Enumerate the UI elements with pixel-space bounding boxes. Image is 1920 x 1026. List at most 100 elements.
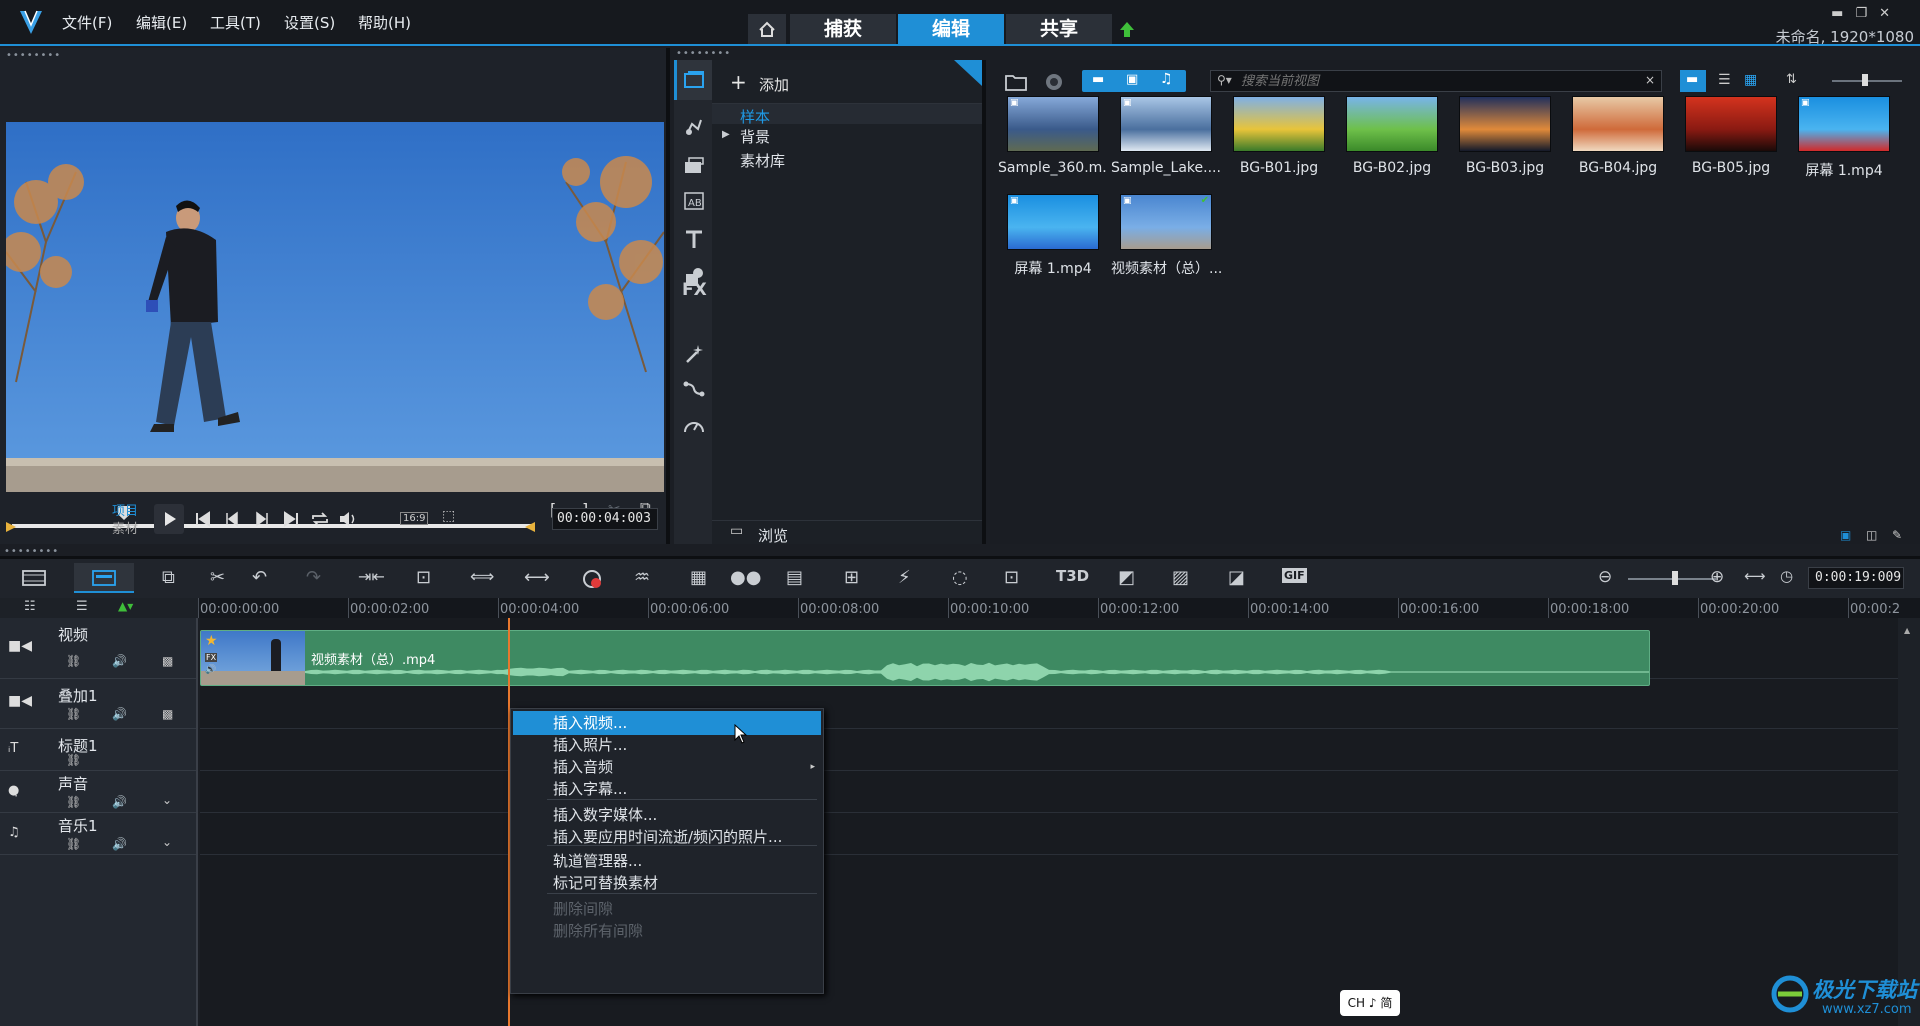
filter-audio-icon[interactable]: ♫ — [1160, 71, 1173, 87]
ripple-icon[interactable]: ▲▾ — [118, 599, 133, 613]
mute-icon[interactable]: 🔊 — [112, 837, 127, 851]
restore-icon[interactable]: ❐ — [1855, 6, 1879, 21]
timeline-ruler[interactable]: 00:00:00:00 00:00:02:00 00:00:04:00 00:00:0… — [198, 598, 1920, 618]
context-menu-item[interactable]: 插入音频 ▸ — [513, 755, 821, 779]
instant-project-icon[interactable] — [683, 116, 705, 138]
volume-icon[interactable] — [338, 510, 358, 528]
gif-creator-icon[interactable]: GIF — [1282, 568, 1307, 583]
list-view-icon[interactable]: ☰ — [1718, 72, 1731, 88]
browse-icon[interactable]: ▭ — [730, 523, 743, 539]
context-menu-item[interactable]: 轨道管理器... — [513, 849, 821, 873]
media-item[interactable]: ▣ 屏幕 1.mp4 — [1789, 96, 1899, 180]
mute-icon[interactable]: 🔊 — [112, 707, 127, 721]
tab-share[interactable]: 共享 — [1006, 14, 1112, 44]
text-icon[interactable] — [683, 228, 705, 250]
filter-video-icon[interactable]: ▬ — [1092, 72, 1104, 87]
zoom-out-icon[interactable]: ⊖ — [1598, 567, 1612, 587]
context-menu-item[interactable]: 插入视频... — [513, 711, 821, 735]
time-remap-icon[interactable]: ⚡ — [898, 567, 911, 588]
title-track[interactable] — [200, 729, 1898, 771]
vertical-scrollbar[interactable]: ▲ — [1898, 618, 1920, 1026]
browse-button[interactable]: 浏览 — [758, 525, 788, 546]
media-item[interactable]: BG-B01.jpg — [1224, 96, 1334, 176]
copy-attributes-icon[interactable]: ⧉ — [162, 567, 175, 588]
multi-camera-icon[interactable]: ⊞ — [844, 567, 859, 588]
track-header-overlay[interactable]: ■◀ 叠加1 ⛓ 🔊 ▩ — [0, 679, 196, 729]
subtitle-editor-icon[interactable]: ▤ — [786, 567, 803, 588]
search-box[interactable]: ⚲▾ × — [1210, 70, 1662, 92]
split-view-icon[interactable]: ◫ — [1866, 528, 1877, 542]
play-button[interactable] — [154, 504, 184, 534]
track-header-video[interactable]: ■◀ 视频 ⛓ 🔊 ▩ — [0, 618, 196, 679]
tab-edit[interactable]: 编辑 — [898, 14, 1004, 44]
clear-search-icon[interactable]: × — [1645, 73, 1655, 87]
color-grading-icon[interactable]: ▨ — [1172, 567, 1189, 588]
zoom-in-icon[interactable]: ⊕ — [1710, 567, 1724, 587]
timeline-tracks[interactable]: ★ FX 🔊 视频素材（总）.mp4 ▲ — [200, 618, 1920, 1026]
zoom-slider-handle[interactable] — [1672, 571, 1678, 585]
add-folder-icon[interactable]: + — [730, 70, 747, 94]
auto-music-icon[interactable]: ▦ — [690, 567, 707, 588]
fit-timeline-icon[interactable]: ⇥⇤ — [358, 567, 385, 586]
sort-icon[interactable]: ⇅ — [1786, 72, 1797, 87]
fit-window-icon[interactable]: ⊡ — [416, 567, 431, 588]
close-icon[interactable]: ✕ — [1879, 6, 1902, 21]
repeat-tile-icon[interactable]: ▩ — [162, 654, 173, 668]
scroll-up-icon[interactable]: ▲ — [1904, 626, 1910, 635]
track-header-music[interactable]: ♫ 音乐1 ⛓ 🔊 ⌄ — [0, 813, 196, 855]
repeat-icon[interactable] — [310, 510, 330, 528]
menu-file[interactable]: 文件(F) — [62, 12, 112, 33]
panel-grip[interactable]: •••••••• — [6, 50, 61, 61]
video-clip[interactable]: ★ FX 🔊 视频素材（总）.mp4 — [200, 630, 1650, 686]
filter-photo-icon[interactable]: ▣ — [1126, 72, 1138, 87]
tree-item-sample[interactable]: 样本 — [712, 104, 982, 126]
sound-mixer-icon[interactable]: ♒ — [634, 567, 650, 588]
record-capture-icon[interactable] — [582, 569, 604, 589]
expand-arrow-icon[interactable]: ▶ — [722, 129, 730, 140]
music-track[interactable] — [200, 813, 1898, 855]
scrubber-track[interactable] — [12, 524, 532, 528]
pin-icon[interactable] — [954, 60, 982, 86]
media-item[interactable]: BG-B05.jpg — [1676, 96, 1786, 176]
context-menu-item[interactable]: 插入字幕... — [513, 777, 821, 801]
fx-icon[interactable]: FX — [682, 280, 707, 300]
panel-grip[interactable]: •••••••• — [676, 48, 731, 59]
path-icon[interactable] — [683, 378, 705, 400]
previous-frame-icon[interactable] — [224, 510, 242, 528]
media-item[interactable]: ▣ Sample_Lake.... — [1111, 96, 1221, 176]
motion-tracking-icon[interactable]: ●● — [730, 567, 761, 588]
slider-handle[interactable] — [1862, 74, 1868, 86]
crop-tool-icon[interactable]: ⬚ — [442, 508, 455, 524]
filter-icon[interactable] — [683, 342, 705, 364]
context-menu-item[interactable]: 插入照片... — [513, 733, 821, 757]
overlay-track[interactable] — [200, 679, 1898, 729]
minimize-icon[interactable]: ▬ — [1831, 6, 1855, 21]
grid-view-icon[interactable]: ▦ — [1744, 72, 1757, 88]
track-manager-icon[interactable]: ☷ — [24, 599, 36, 614]
tab-capture[interactable]: 捕获 — [790, 14, 896, 44]
mute-icon[interactable]: 🔊 — [112, 795, 127, 809]
menu-tools[interactable]: 工具(T) — [210, 12, 261, 33]
expand-track-icon[interactable]: ⌄ — [162, 835, 172, 849]
undo-icon[interactable]: ↶ — [252, 567, 267, 588]
timecode-field[interactable]: 00:00:04:003 — [552, 508, 658, 530]
ime-indicator[interactable]: CH ♪ 简 — [1340, 990, 1400, 1016]
link-icon[interactable]: ⛓ — [66, 707, 81, 721]
upload-icon[interactable] — [1118, 20, 1136, 40]
home-tab[interactable] — [748, 14, 786, 44]
menu-edit[interactable]: 编辑(E) — [136, 12, 187, 33]
transition-icon[interactable] — [683, 154, 705, 176]
search-input[interactable] — [1241, 72, 1631, 90]
split-screen-icon[interactable]: ◩ — [1118, 567, 1135, 588]
link-icon[interactable]: ⛓ — [66, 654, 81, 668]
go-to-end-icon[interactable] — [282, 510, 300, 528]
tree-item-library[interactable]: 素材库 — [740, 150, 785, 171]
import-media-icon[interactable] — [1004, 72, 1028, 92]
speed-icon[interactable] — [682, 414, 706, 438]
3d-title-icon[interactable]: T3D — [1056, 567, 1089, 585]
voice-track[interactable] — [200, 771, 1898, 813]
storyboard-view-icon[interactable]: ▣ — [1840, 528, 1851, 542]
media-item[interactable]: BG-B04.jpg — [1563, 96, 1673, 176]
link-icon[interactable]: ⛓ — [66, 753, 81, 767]
title-icon[interactable]: AB — [683, 190, 705, 212]
